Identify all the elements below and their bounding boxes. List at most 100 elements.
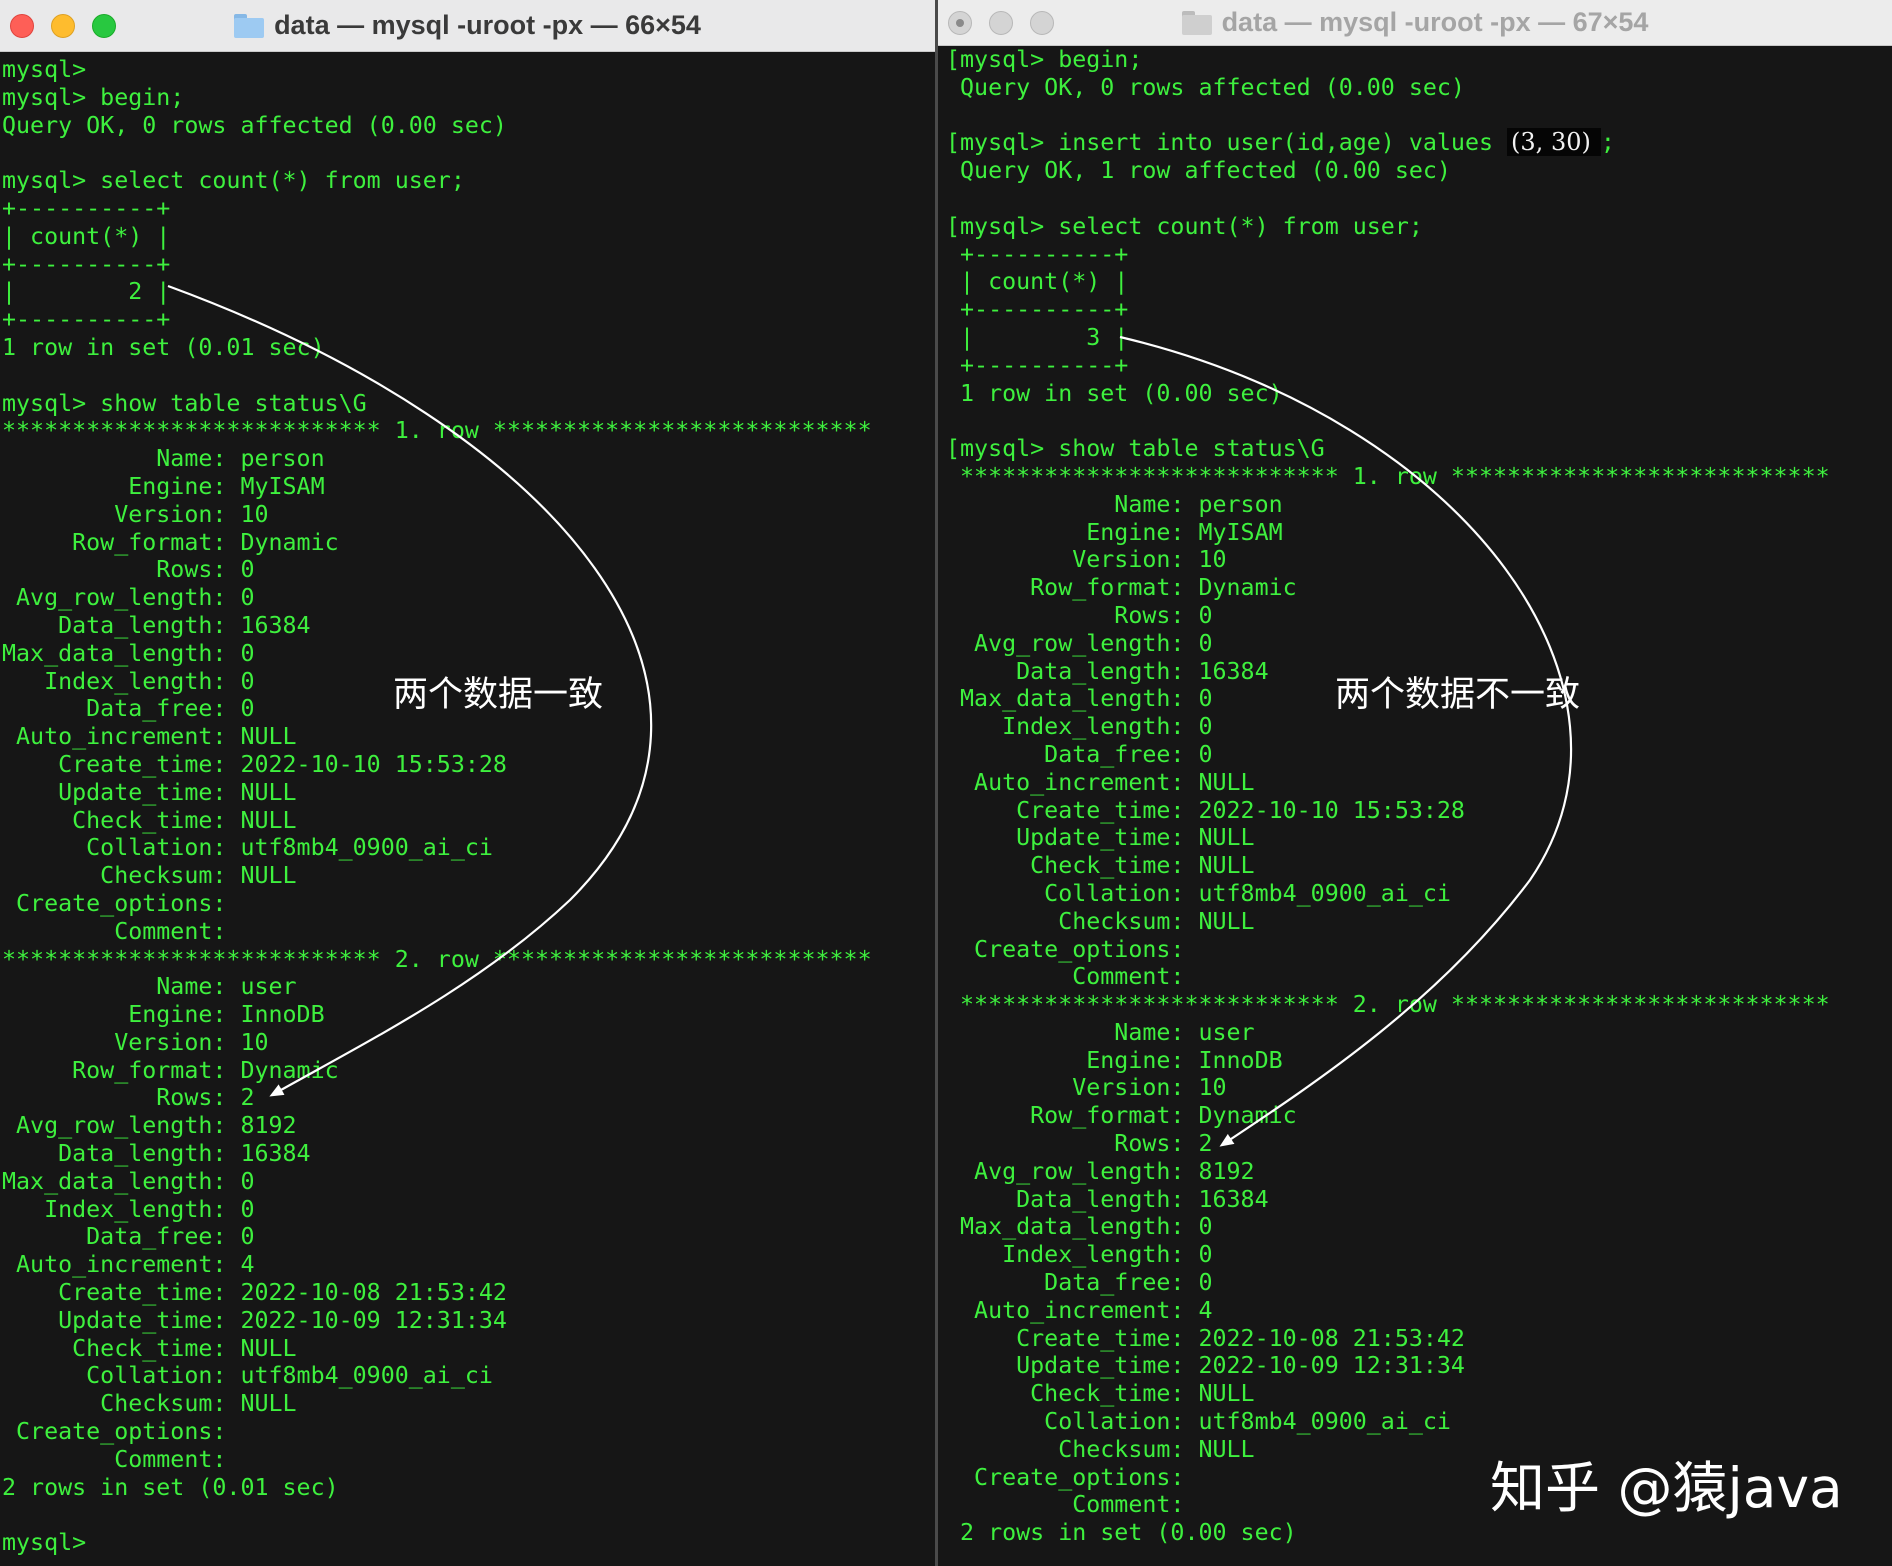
terminal-line: +----------+: [2, 306, 935, 334]
terminal-line: Row_format: Dynamic: [2, 1057, 935, 1085]
terminal-line: *************************** 2. row *****…: [946, 991, 1892, 1019]
terminal-line: 2 rows in set (0.00 sec): [946, 1519, 1892, 1547]
terminal-line: Create_options:: [2, 1418, 935, 1446]
terminal-line: Max_data_length: 0: [2, 640, 935, 668]
terminal-line: 1 row in set (0.00 sec): [946, 380, 1892, 408]
terminal-line: Version: 10: [946, 546, 1892, 574]
terminal-line: Row_format: Dynamic: [2, 529, 935, 557]
terminal-line: Version: 10: [2, 1029, 935, 1057]
terminal-line: Name: person: [2, 445, 935, 473]
terminal-line: Create_time: 2022-10-08 21:53:42: [946, 1325, 1892, 1353]
terminal-line: +----------+: [946, 352, 1892, 380]
terminal-line: Data_free: 0: [2, 1223, 935, 1251]
terminal-line: Checksum: NULL: [946, 908, 1892, 936]
terminal-line: [946, 185, 1892, 213]
terminal-line: +----------+: [946, 241, 1892, 269]
title-bar[interactable]: data — mysql -uroot -px — 67×54: [938, 0, 1892, 46]
terminal-line: Checksum: NULL: [2, 1390, 935, 1418]
terminal-line: Row_format: Dynamic: [946, 1102, 1892, 1130]
minimize-button[interactable]: [51, 14, 75, 38]
terminal-line: [mysql> show table status\G: [946, 435, 1892, 463]
terminal-line: mysql>: [2, 1529, 935, 1557]
terminal-line: mysql>: [2, 56, 935, 84]
terminal-line: Name: user: [2, 973, 935, 1001]
zoom-button[interactable]: [92, 14, 116, 38]
terminal-line: Engine: InnoDB: [946, 1047, 1892, 1075]
terminal-line: Data_length: 16384: [2, 1140, 935, 1168]
zoom-button[interactable]: [1030, 11, 1054, 35]
terminal-line: Create_time: 2022-10-10 15:53:28: [2, 751, 935, 779]
minimize-button[interactable]: [989, 11, 1013, 35]
terminal-line: | 2 |: [2, 278, 935, 306]
terminal-line: Collation: utf8mb4_0900_ai_ci: [946, 1408, 1892, 1436]
terminal-line: Auto_increment: 4: [946, 1297, 1892, 1325]
watermark: 知乎 @猿java: [1490, 1443, 1843, 1523]
terminal-window-right[interactable]: data — mysql -uroot -px — 67×54 [mysql> …: [938, 0, 1892, 1566]
terminal-line: Data_free: 0: [946, 1269, 1892, 1297]
terminal-line: Update_time: NULL: [946, 824, 1892, 852]
terminal-line: mysql> show table status\G: [2, 390, 935, 418]
annotation-left-label: 两个数据一致: [393, 666, 603, 717]
terminal-line: Update_time: NULL: [2, 779, 935, 807]
terminal-line: [946, 407, 1892, 435]
terminal-line: Collation: utf8mb4_0900_ai_ci: [946, 880, 1892, 908]
terminal-line: Comment:: [946, 963, 1892, 991]
terminal-line: Auto_increment: 4: [2, 1251, 935, 1279]
terminal-line: [2, 1501, 935, 1529]
terminal-line: Checksum: NULL: [2, 862, 935, 890]
terminal-line: Engine: MyISAM: [946, 519, 1892, 547]
terminal-line: Max_data_length: 0: [2, 1168, 935, 1196]
terminal-line: Check_time: NULL: [2, 807, 935, 835]
terminal-line: mysql> select count(*) from user;: [2, 167, 935, 195]
terminal-line: Row_format: Dynamic: [946, 574, 1892, 602]
terminal-line: *************************** 2. row *****…: [2, 946, 935, 974]
terminal-line: Rows: 0: [2, 556, 935, 584]
folder-icon: [1182, 11, 1212, 35]
annotation-right-label: 两个数据不一致: [1335, 666, 1580, 717]
terminal-line: Collation: utf8mb4_0900_ai_ci: [2, 1362, 935, 1390]
close-button[interactable]: [948, 11, 972, 35]
terminal-output[interactable]: [mysql> begin; Query OK, 0 rows affected…: [946, 46, 1892, 1547]
terminal-line: [946, 102, 1892, 130]
window-title: data — mysql -uroot -px — 67×54: [1222, 7, 1649, 38]
terminal-output[interactable]: mysql>mysql> begin;Query OK, 0 rows affe…: [2, 56, 935, 1557]
terminal-line: | 3 |: [946, 324, 1892, 352]
terminal-line: Create_time: 2022-10-10 15:53:28: [946, 797, 1892, 825]
terminal-line: Comment:: [2, 1446, 935, 1474]
terminal-line: Auto_increment: NULL: [946, 769, 1892, 797]
terminal-line: Query OK, 0 rows affected (0.00 sec): [946, 74, 1892, 102]
close-button[interactable]: [10, 14, 34, 38]
terminal-line: | count(*) |: [946, 268, 1892, 296]
selected-values: (3, 30): [1507, 128, 1601, 156]
window-title: data — mysql -uroot -px — 66×54: [274, 10, 701, 41]
terminal-line: Engine: MyISAM: [2, 473, 935, 501]
window-controls: [948, 0, 1054, 45]
terminal-line: Query OK, 1 row affected (0.00 sec): [946, 157, 1892, 185]
terminal-line: [mysql> begin;: [946, 46, 1892, 74]
terminal-line: [2, 139, 935, 167]
terminal-line: [mysql> insert into user(id,age) values …: [946, 129, 1892, 157]
terminal-line: Update_time: 2022-10-09 12:31:34: [946, 1352, 1892, 1380]
terminal-line: | count(*) |: [2, 223, 935, 251]
title-bar[interactable]: data — mysql -uroot -px — 66×54: [0, 0, 935, 52]
terminal-window-left[interactable]: data — mysql -uroot -px — 66×54 mysql>my…: [0, 0, 935, 1566]
terminal-line: [2, 362, 935, 390]
terminal-line: Index_length: 0: [2, 1196, 935, 1224]
terminal-line: +----------+: [2, 251, 935, 279]
terminal-line: +----------+: [946, 296, 1892, 324]
window-controls: [10, 0, 116, 51]
terminal-line: Index_length: 0: [946, 1241, 1892, 1269]
terminal-line: Data_free: 0: [946, 741, 1892, 769]
terminal-line: Create_time: 2022-10-08 21:53:42: [2, 1279, 935, 1307]
terminal-line: Index_length: 0: [946, 713, 1892, 741]
terminal-line: Rows: 0: [946, 602, 1892, 630]
terminal-line: Comment:: [2, 918, 935, 946]
terminal-line: Data_length: 16384: [946, 1186, 1892, 1214]
terminal-line: Max_data_length: 0: [946, 1213, 1892, 1241]
terminal-line: Name: person: [946, 491, 1892, 519]
terminal-line: Name: user: [946, 1019, 1892, 1047]
terminal-line: Check_time: NULL: [946, 1380, 1892, 1408]
terminal-line: 2 rows in set (0.01 sec): [2, 1474, 935, 1502]
terminal-line: Check_time: NULL: [946, 852, 1892, 880]
terminal-line: mysql> begin;: [2, 84, 935, 112]
